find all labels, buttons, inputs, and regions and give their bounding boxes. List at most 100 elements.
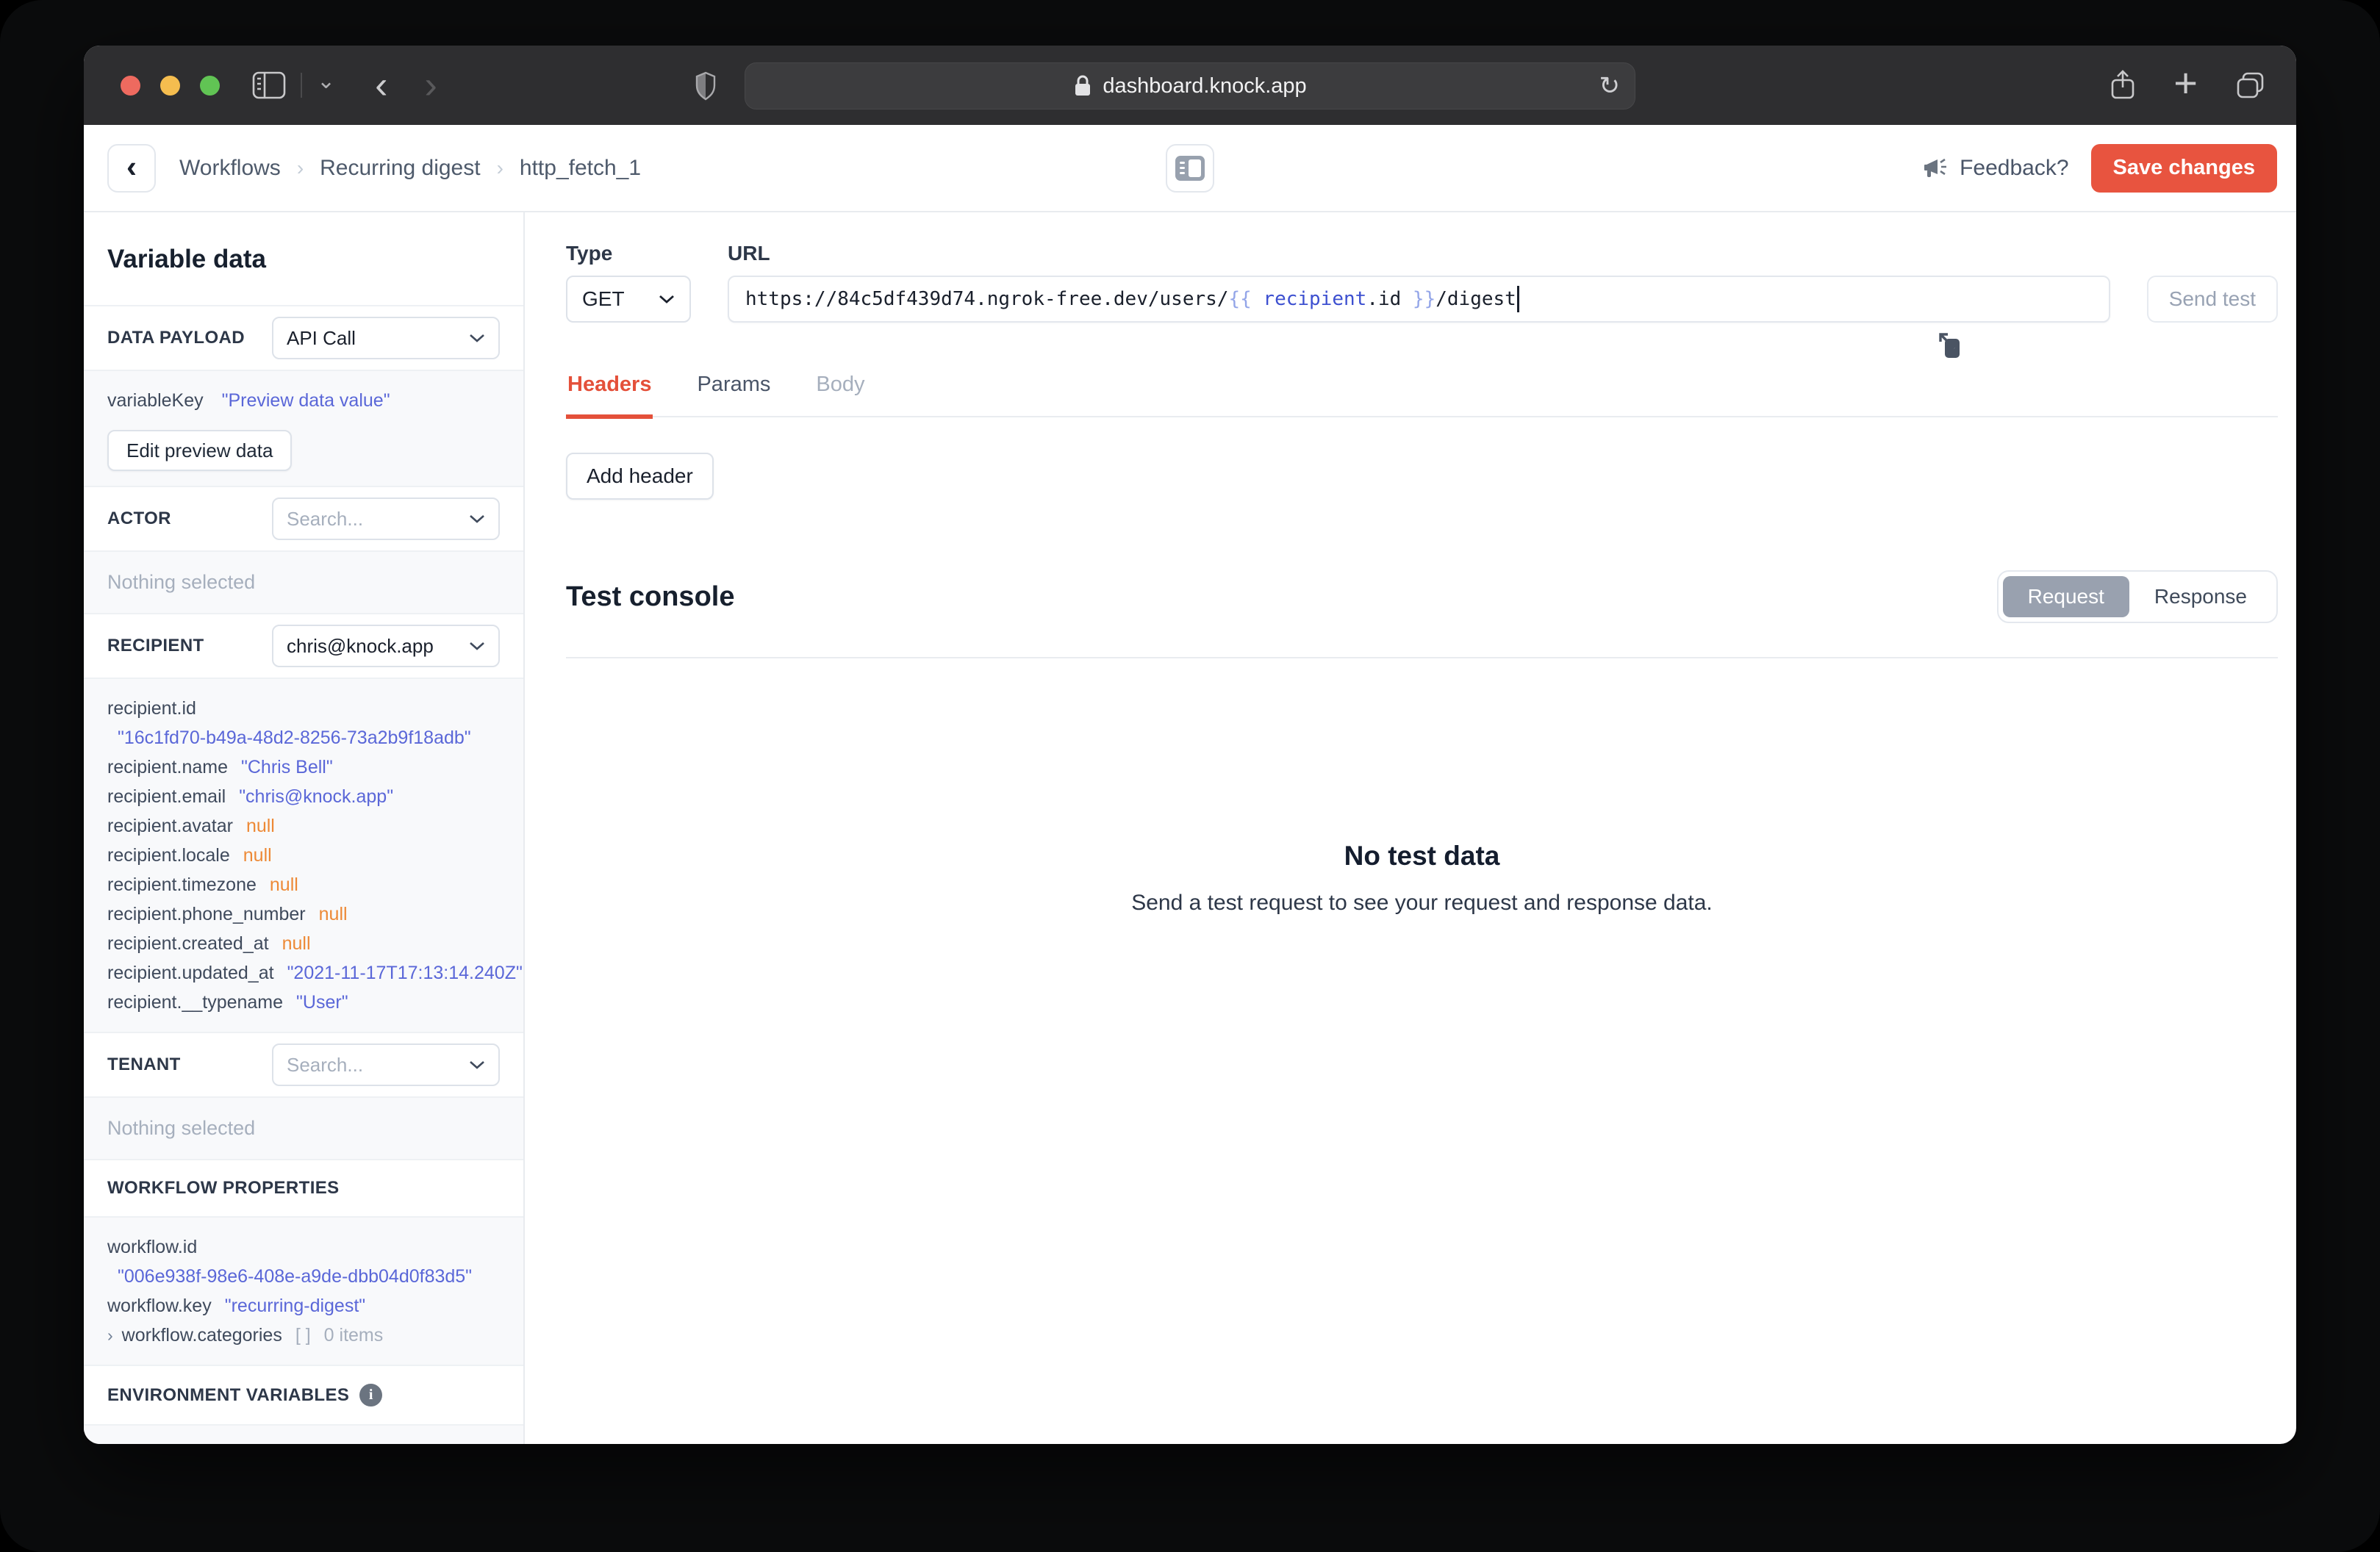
breadcrumb-separator-icon: › [496,156,503,179]
recipient-select[interactable]: chris@knock.app [272,625,500,667]
variable-value: "2021-11-17T17:13:14.240Z" [287,963,523,983]
variable-row: recipient.created_at null [107,929,500,958]
minimize-window-button[interactable] [160,75,180,96]
tenant-row: TENANT Search... [84,1033,523,1096]
tab-overview-icon[interactable] [2234,71,2267,100]
actor-select[interactable]: Search... [272,497,500,540]
type-field-group: Type GET [566,242,691,323]
workflow-categories-row[interactable]: › workflow.categories [ ] 0 items [107,1321,500,1350]
recipient-row: RECIPIENT chris@knock.app [84,614,523,678]
breadcrumb-workflows[interactable]: Workflows [179,156,281,181]
privacy-shield-icon[interactable] [692,71,719,101]
variable-row: recipient.email "chris@knock.app" [107,782,500,811]
variable-key: recipient.id [107,698,196,719]
variable-row: variableKey "Preview data value" [107,386,500,415]
url-input[interactable]: https://84c5df439d74.ngrok-free.dev/user… [728,276,2110,358]
breadcrumb: Workflows › Recurring digest › http_fetc… [179,156,641,181]
toolbar-divider [301,73,302,98]
array-count: 0 items [323,1325,384,1346]
chevron-down-icon [470,642,484,650]
tenant-empty-band: Nothing selected [84,1096,523,1160]
array-brackets: [ ] [295,1325,311,1346]
variable-value: "16c1fd70-b49a-48d2-8256-73a2b9f18adb" [118,728,471,748]
variable-key: recipient.created_at [107,933,269,954]
url-segment: recipient [1251,288,1367,310]
toggle-response[interactable]: Response [2129,576,2272,617]
actor-label: ACTOR [107,509,171,528]
feedback-label: Feedback? [1960,155,2069,180]
new-tab-icon[interactable]: + [2173,62,2198,104]
chevron-down-icon[interactable]: ⌄ [317,71,335,93]
tenant-select[interactable]: Search... [272,1043,500,1086]
workflow-properties-heading: WORKFLOW PROPERTIES [84,1160,523,1216]
environment-variables-heading: ENVIRONMENT VARIABLES i [84,1366,523,1424]
data-payload-label: DATA PAYLOAD [107,328,245,348]
env-fields-band: vars.app_name"Sandbox-Dev" vars.app_url"… [84,1424,523,1444]
back-button[interactable]: ‹ [107,143,156,193]
save-changes-button[interactable]: Save changes [2090,143,2277,193]
variable-value: "User" [296,992,348,1013]
section-heading-text: WORKFLOW PROPERTIES [107,1178,340,1198]
variable-row: recipient.phone_number null [107,899,500,929]
reload-icon[interactable]: ↻ [1599,73,1621,98]
variable-key: recipient.avatar [107,816,233,836]
variable-row: recipient.id [107,694,500,723]
address-bar[interactable]: dashboard.knock.app ↻ [745,62,1635,109]
variable-row: recipient.updated_at "2021-11-17T17:13:14… [107,958,523,988]
panel-toggle-button[interactable] [1166,143,1214,193]
text-cursor [1516,286,1519,312]
close-window-button[interactable] [121,75,140,96]
type-label: Type [566,242,613,265]
zoom-window-button[interactable] [200,75,220,96]
variable-value: "Preview data value" [221,390,390,411]
toggle-request[interactable]: Request [2002,576,2129,617]
sidebar-toggle-icon[interactable] [252,71,286,99]
tenant-empty-text: Nothing selected [107,1117,256,1139]
breadcrumb-workflow-name[interactable]: Recurring digest [320,156,480,181]
browser-forward-button[interactable]: › [424,66,437,104]
empty-state: No test data Send a test request to see … [566,658,2278,916]
tab-body[interactable]: Body [814,373,866,416]
variable-key: recipient.__typename [107,992,284,1013]
tab-headers[interactable]: Headers [566,373,653,419]
data-payload-select[interactable]: API Call [272,317,500,359]
breadcrumb-step-name: http_fetch_1 [519,155,642,180]
variable-row: recipient.__typename "User" [107,988,500,1017]
empty-state-title: No test data [1344,841,1500,871]
add-header-button[interactable]: Add header [566,453,714,500]
variable-key: recipient.timezone [107,874,257,895]
variable-value: null [243,845,272,866]
variable-value: "Chris Bell" [240,757,333,777]
actor-row: ACTOR Search... [84,487,523,550]
variable-row: vars.app_name"Sandbox-Dev" [107,1440,500,1444]
method-select[interactable]: GET [566,276,691,323]
variable-key: workflow.id [107,1237,198,1257]
send-test-button[interactable]: Send test [2146,276,2278,323]
request-editor: Type GET URL https://84c5df439d74.ngrok-… [525,212,2296,1444]
recipient-label: RECIPIENT [107,636,204,655]
expand-editor-icon[interactable] [1936,286,2097,403]
url-segment: }} [1401,288,1436,310]
app-header: ‹ Workflows › Recurring digest › http_fe… [84,125,2296,212]
browser-back-button[interactable]: ‹ [375,66,387,104]
variable-data-sidebar: Variable data DATA PAYLOAD API Call vari… [84,212,525,1444]
variable-value: "006e938f-98e6-408e-a9de-dbb04d0f83d5" [118,1266,473,1287]
variable-value: "chris@knock.app" [239,786,394,807]
window-controls [121,75,220,96]
tab-params[interactable]: Params [695,373,772,416]
info-icon[interactable]: i [359,1384,383,1406]
variable-value: null [245,816,275,836]
panel-left-icon [1175,155,1205,181]
variable-key: recipient.email [107,786,226,807]
share-icon[interactable] [2109,68,2137,102]
chevron-left-icon: ‹ [126,148,137,184]
url-segment: https://84c5df439d74.ngrok-free.dev/user… [745,288,1229,310]
edit-preview-data-button[interactable]: Edit preview data [107,430,293,471]
screen-bezel: ⌄ ‹ › dashboard.knock.app ↻ + ‹ Workflow… [0,0,2380,1552]
recipient-fields-band: recipient.id "16c1fd70-b49a-48d2-8256-73… [84,678,523,1033]
actor-placeholder: Search... [287,507,364,530]
feedback-link[interactable]: Feedback? [1923,155,2069,181]
browser-window: ⌄ ‹ › dashboard.knock.app ↻ + ‹ Workflow… [84,46,2296,1444]
variable-value: null [282,933,311,954]
empty-state-subtitle: Send a test request to see your request … [1131,891,1713,915]
